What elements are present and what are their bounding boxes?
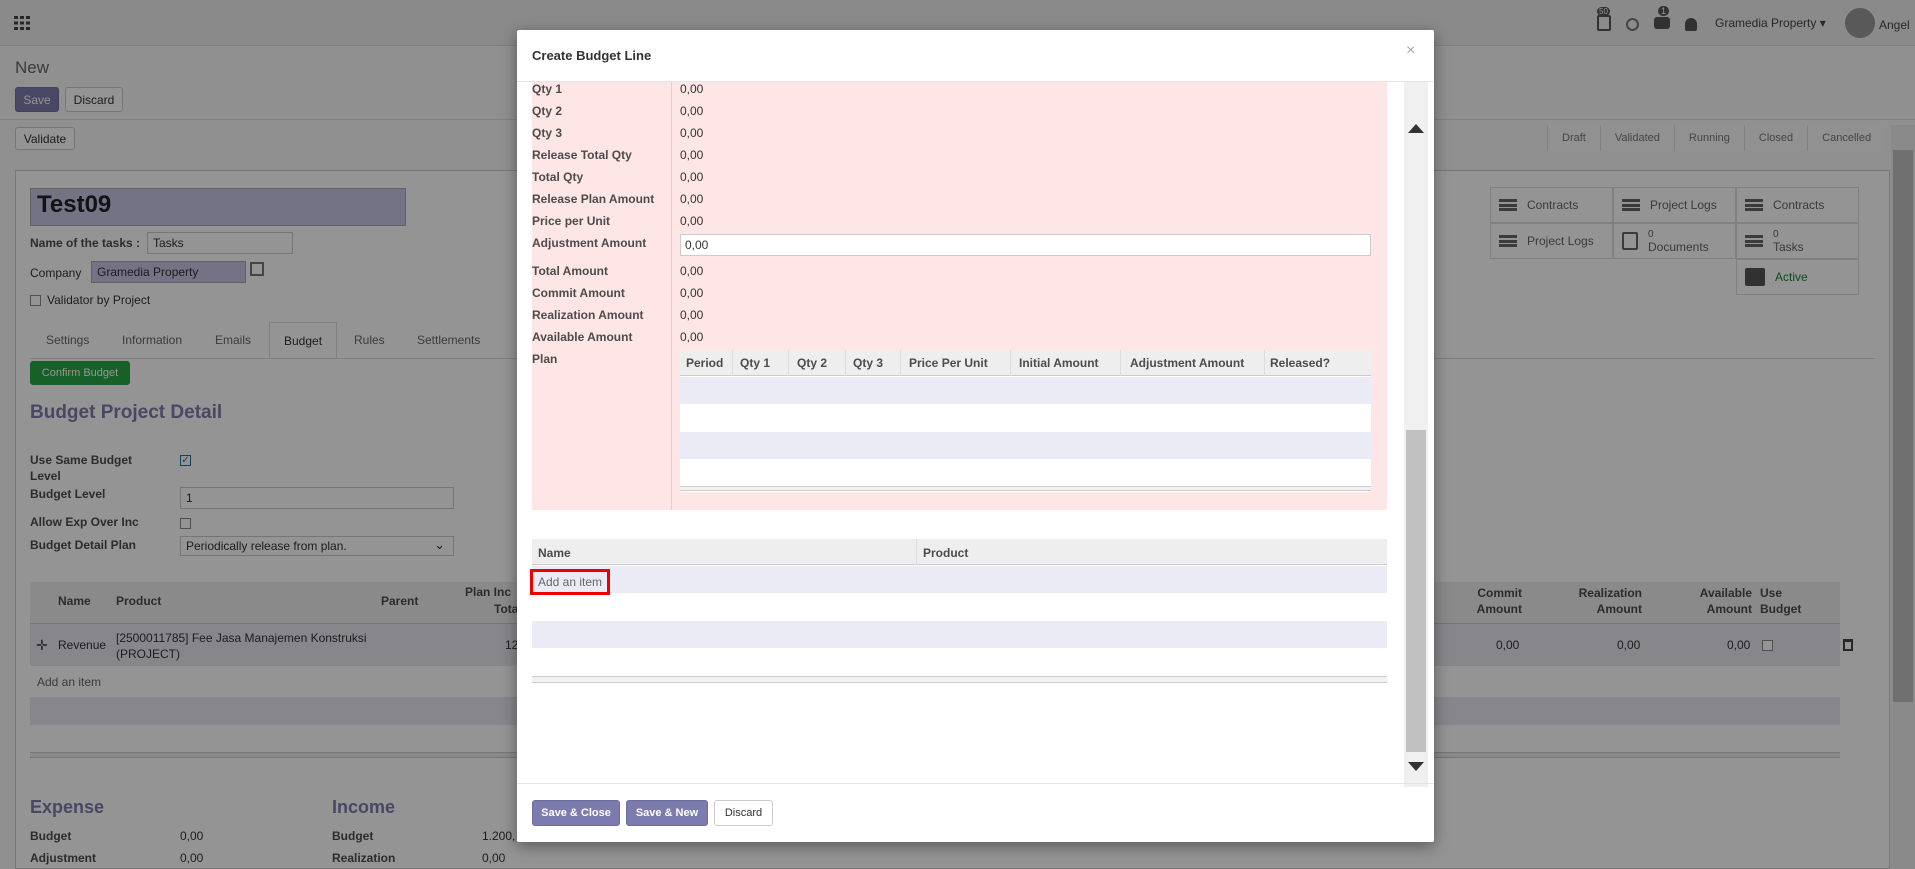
scroll-down-icon[interactable]: [1408, 762, 1424, 771]
plan-col-divider: [900, 350, 901, 376]
plan-col-divider: [1120, 350, 1121, 376]
label-column-divider: [671, 82, 672, 510]
plan-col-divider: [1264, 350, 1265, 376]
field-value: 0,00: [680, 264, 704, 278]
field-value: 0,00: [680, 308, 704, 322]
lines-col-name[interactable]: Name: [538, 546, 571, 560]
field-label: Release Plan Amount: [532, 192, 655, 206]
field-label: Qty 3: [532, 126, 563, 140]
plan-col-adjustment-amount[interactable]: Adjustment Amount: [1130, 356, 1244, 370]
plan-col-qty-1[interactable]: Qty 1: [740, 356, 770, 370]
lines-add-row: [532, 566, 1387, 593]
plan-empty-row: [680, 377, 1371, 404]
lines-empty-row: [532, 621, 1387, 648]
dialog-footer-divider: [517, 783, 1434, 784]
save-close-button[interactable]: Save & Close: [532, 800, 620, 826]
plan-col-period[interactable]: Period: [686, 356, 723, 370]
plan-col-qty-3[interactable]: Qty 3: [853, 356, 883, 370]
dialog-title: Create Budget Line: [532, 48, 652, 63]
plan-col-released[interactable]: Released?: [1270, 356, 1330, 370]
field-value: 0,00: [680, 126, 704, 140]
add-item-link[interactable]: Add an item: [530, 569, 610, 595]
field-label: Price per Unit: [532, 214, 611, 228]
dialog-discard-button[interactable]: Discard: [714, 800, 773, 826]
field-value: 0,00: [680, 214, 704, 228]
lines-table-footer: [532, 676, 1387, 683]
plan-col-divider: [845, 350, 846, 376]
adjustment-amount-input[interactable]: 0,00: [680, 234, 1371, 256]
plan-col-divider: [788, 350, 789, 376]
field-label: Adjustment Amount: [532, 236, 647, 250]
plan-col-initial-amount[interactable]: Initial Amount: [1019, 356, 1099, 370]
plan-table: Period Qty 1 Qty 2 Qty 3 Price Per Unit …: [680, 350, 1371, 492]
create-budget-line-dialog: Create Budget Line × Qty 1 0,00 Qty 2 0,00…: [517, 30, 1434, 842]
field-value: 0,00: [680, 330, 704, 344]
field-value: 0,00: [680, 82, 704, 96]
field-label: Qty 2: [532, 104, 563, 118]
field-label: Available Amount: [532, 330, 633, 344]
field-label: Realization Amount: [532, 308, 644, 322]
save-new-button[interactable]: Save & New: [626, 800, 708, 826]
plan-col-price-per-unit[interactable]: Price Per Unit: [909, 356, 988, 370]
plan-col-divider: [1010, 350, 1011, 376]
field-label: Qty 1: [532, 82, 563, 96]
plan-col-divider: [732, 350, 733, 376]
field-value: 0,00: [680, 170, 704, 184]
field-label: Total Qty: [532, 170, 584, 184]
field-value: 0,00: [680, 192, 704, 206]
field-label: Release Total Qty: [532, 148, 632, 162]
plan-empty-row: [680, 432, 1371, 459]
field-value: 0,00: [680, 148, 704, 162]
plan-col-qty-2[interactable]: Qty 2: [797, 356, 827, 370]
plan-table-footer: [680, 486, 1371, 491]
scroll-up-icon[interactable]: [1408, 124, 1424, 133]
field-value: 0,00: [680, 104, 704, 118]
field-value: 0,00: [680, 286, 704, 300]
dialog-scroll-thumb[interactable]: [1406, 430, 1426, 752]
lines-col-divider: [916, 539, 917, 565]
add-item-text: Add an item: [537, 575, 603, 589]
field-label: Total Amount: [532, 264, 608, 278]
lines-col-product[interactable]: Product: [923, 546, 968, 560]
plan-label: Plan: [532, 352, 558, 366]
field-label: Commit Amount: [532, 286, 625, 300]
close-icon[interactable]: ×: [1406, 42, 1415, 60]
dialog-body: Qty 1 0,00 Qty 2 0,00 Qty 3 0,00 Release To…: [517, 82, 1434, 812]
